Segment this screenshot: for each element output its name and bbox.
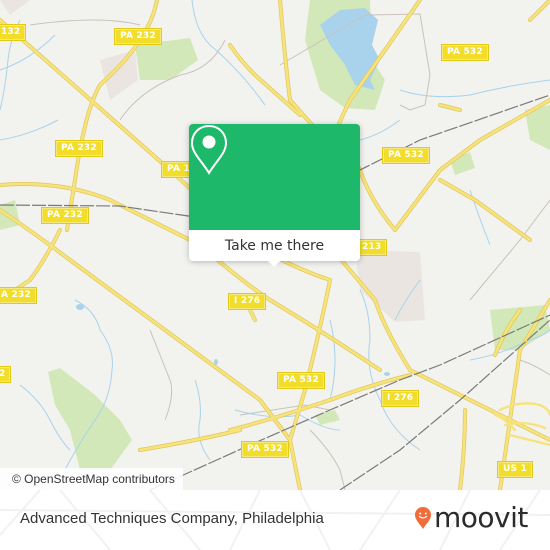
route-shield: I 276 [227,293,267,310]
landuse-area [100,50,138,100]
route-shield: PA 232 [55,140,103,157]
location-pin-icon [190,124,228,175]
stream [191,0,266,106]
park-area [315,410,340,425]
route-shield: PA 532 [382,147,430,164]
moovit-wordmark: moovit [434,501,528,534]
road [528,0,550,22]
minor-road [29,19,141,26]
place-name: Advanced Techniques Company, Philadelphi… [20,510,324,527]
route-shield: 132 [0,24,27,41]
route-shield: PA 232 [114,28,162,45]
minor-road [519,359,550,376]
stream [0,34,56,71]
take-me-there-button[interactable]: Take me there [189,230,360,261]
road [138,428,242,452]
road [408,368,550,442]
map-attribution[interactable]: © OpenStreetMap contributors [0,468,183,490]
landuse-area [0,0,30,15]
route-shield: PA 232 [41,207,89,224]
popup-header [189,124,360,230]
route-shield: 2 [0,366,12,383]
location-popup: Take me there [189,124,360,267]
railway [149,314,550,490]
interchange-ramp [498,402,550,417]
park-area [48,368,132,470]
stream [399,79,550,98]
moovit-logo[interactable]: moovit [414,498,528,538]
park-area [135,38,198,80]
road [458,408,467,490]
route-shield: US 1 [497,461,533,478]
footer-bar: Advanced Techniques Company, Philadelphi… [0,490,550,550]
stream [194,379,211,461]
minor-road [469,199,550,301]
minor-road [149,329,173,421]
road [0,182,202,247]
map-canvas[interactable]: 132 PA 232 PA 232 PA 1 PA 232 PA 532 PA … [0,0,550,490]
popup-pointer [267,260,281,267]
stream [0,119,59,141]
stream [329,319,336,401]
route-shield: PA 532 [277,372,325,389]
moovit-pin-icon [415,507,431,529]
route-shield: A 232 [0,287,37,304]
route-shield: I 276 [380,390,420,407]
route-shield: 213 [355,239,388,256]
minor-road [309,429,346,490]
route-shield: PA 532 [441,44,489,61]
route-shield: PA 532 [241,441,289,458]
pond [384,372,390,376]
